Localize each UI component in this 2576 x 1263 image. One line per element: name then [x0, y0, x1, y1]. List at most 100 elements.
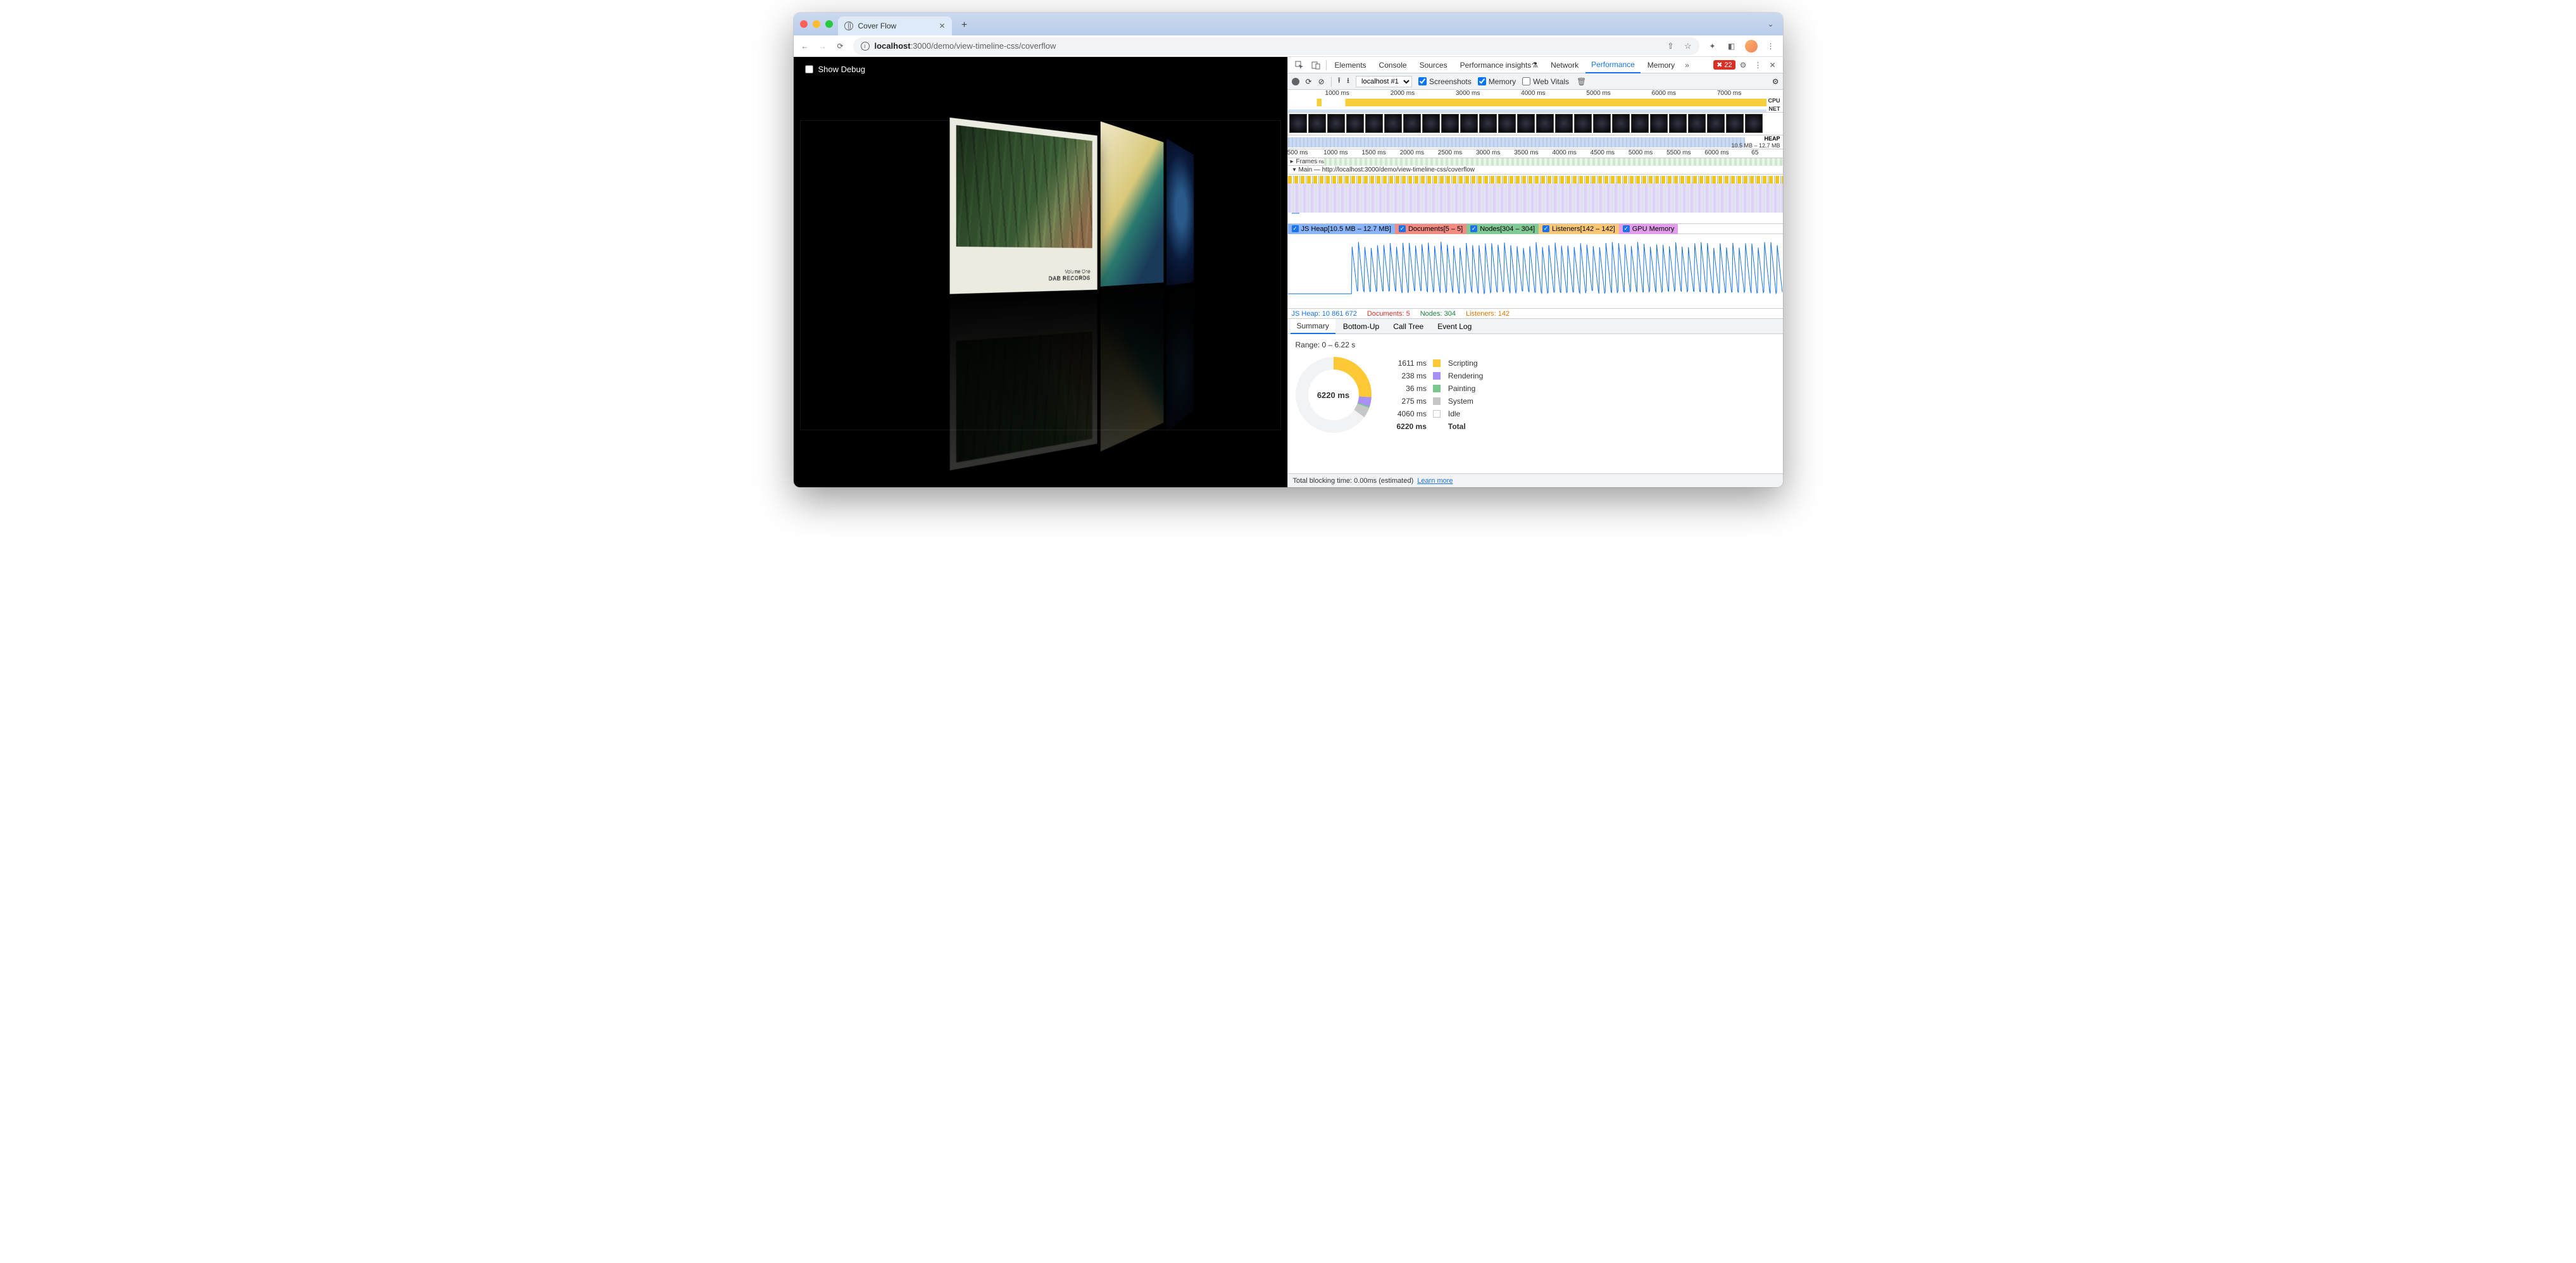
filmstrip-thumb[interactable]	[1555, 114, 1573, 133]
tab-performance[interactable]: Performance	[1585, 57, 1641, 73]
filmstrip-thumb[interactable]	[1327, 114, 1345, 133]
filmstrip-thumb[interactable]	[1536, 114, 1554, 133]
jsheap-filter[interactable]: ✓JS Heap[10.5 MB – 12.7 MB]	[1288, 224, 1395, 234]
filmstrip-thumb[interactable]	[1517, 114, 1535, 133]
browser-tab[interactable]: Cover Flow ✕	[838, 16, 952, 35]
browser-toolbar: ← → ⟳ i localhost:3000/demo/view-timelin…	[794, 35, 1783, 57]
tab-elements[interactable]: Elements	[1329, 57, 1372, 73]
share-icon[interactable]: ⇧	[1667, 41, 1674, 51]
tab-sources[interactable]: Sources	[1414, 57, 1453, 73]
extensions-icon[interactable]: ✦	[1707, 42, 1718, 51]
subtab-calltree[interactable]: Call Tree	[1387, 319, 1430, 334]
filmstrip-thumb[interactable]	[1441, 114, 1459, 133]
cover-item-front[interactable]: Volume One DAB RECORDS	[949, 118, 1097, 471]
filmstrip-thumb[interactable]	[1422, 114, 1440, 133]
tab-memory[interactable]: Memory	[1642, 57, 1680, 73]
load-profile-icon[interactable]: ⭱	[1338, 75, 1341, 88]
subtab-summary[interactable]: Summary	[1291, 319, 1335, 334]
more-tabs-icon[interactable]: »	[1682, 61, 1692, 70]
side-panel-icon[interactable]: ◧	[1726, 42, 1737, 51]
error-badge[interactable]: ✖ 22	[1713, 60, 1735, 70]
filmstrip-thumb[interactable]	[1745, 114, 1763, 133]
reload-record-icon[interactable]: ⟳	[1306, 77, 1312, 86]
zoom-window-icon[interactable]	[825, 20, 833, 28]
device-toggle-icon[interactable]	[1308, 61, 1323, 70]
cover-item[interactable]	[1166, 139, 1194, 285]
screenshot-filmstrip[interactable]	[1288, 113, 1783, 135]
chrome-menu-icon[interactable]: ⋮	[1765, 42, 1777, 51]
filmstrip-thumb[interactable]	[1707, 114, 1725, 133]
show-debug-toggle[interactable]: Show Debug	[805, 65, 865, 74]
clear-icon[interactable]: ⊘	[1318, 77, 1325, 86]
filmstrip-thumb[interactable]	[1384, 114, 1402, 133]
nodes-filter[interactable]: ✓Nodes[304 – 304]	[1466, 224, 1539, 234]
flame-chart[interactable]	[1288, 175, 1783, 224]
filmstrip-thumb[interactable]	[1574, 114, 1592, 133]
tab-network[interactable]: Network	[1545, 57, 1584, 73]
webvitals-toggle[interactable]: Web Vitals	[1522, 77, 1569, 86]
target-select[interactable]: localhost #1	[1356, 76, 1412, 87]
documents-filter[interactable]: ✓Documents[5 – 5]	[1395, 224, 1466, 234]
heap-overview[interactable]: HEAP 10.5 MB – 12.7 MB	[1288, 135, 1783, 149]
filmstrip-thumb[interactable]	[1479, 114, 1497, 133]
filmstrip-thumb[interactable]	[1365, 114, 1383, 133]
main-thread-label[interactable]: ▾ Main — http://localhost:3000/demo/view…	[1288, 166, 1783, 175]
overview-ruler[interactable]: 1000 ms2000 ms3000 ms4000 ms5000 ms6000 …	[1288, 90, 1783, 113]
filmstrip-thumb[interactable]	[1498, 114, 1516, 133]
filmstrip-thumb[interactable]	[1593, 114, 1611, 133]
filmstrip-thumb[interactable]	[1650, 114, 1668, 133]
filmstrip-thumb[interactable]	[1688, 114, 1706, 133]
inspect-icon[interactable]	[1292, 61, 1307, 70]
coverflow-stage[interactable]: Volume One DAB RECORDS	[800, 120, 1281, 430]
kebab-menu-icon[interactable]: ⋮	[1751, 61, 1765, 70]
subtab-bottomup[interactable]: Bottom-Up	[1337, 319, 1385, 334]
filmstrip-thumb[interactable]	[1346, 114, 1364, 133]
save-profile-icon[interactable]: ⭳	[1347, 75, 1349, 88]
expand-icon[interactable]: ▸	[1288, 158, 1296, 165]
learn-more-link[interactable]: Learn more	[1417, 477, 1453, 485]
album-caption: Volume One DAB RECORDS	[1048, 269, 1090, 282]
subtab-eventlog[interactable]: Event Log	[1431, 319, 1478, 334]
gc-icon[interactable]: 🗑	[1577, 77, 1586, 86]
reload-button[interactable]: ⟳	[835, 42, 846, 51]
memory-chart[interactable]	[1288, 234, 1783, 309]
filmstrip-thumb[interactable]	[1669, 114, 1687, 133]
profile-avatar[interactable]	[1745, 40, 1758, 53]
site-info-icon[interactable]: i	[861, 42, 870, 51]
capture-settings-icon[interactable]: ⚙	[1772, 77, 1779, 86]
net-label: NET	[1769, 106, 1780, 112]
filmstrip-thumb[interactable]	[1612, 114, 1630, 133]
beaker-icon: ⚗	[1531, 61, 1538, 70]
screenshots-toggle[interactable]: Screenshots	[1418, 77, 1472, 86]
back-button[interactable]: ←	[800, 42, 810, 51]
cover-item[interactable]	[1100, 121, 1163, 287]
close-tab-icon[interactable]: ✕	[939, 22, 945, 30]
tab-console[interactable]: Console	[1373, 57, 1413, 73]
record-button[interactable]	[1292, 78, 1299, 85]
memory-toggle[interactable]: Memory	[1478, 77, 1516, 86]
address-bar[interactable]: i localhost:3000/demo/view-timeline-css/…	[853, 37, 1699, 55]
filmstrip-thumb[interactable]	[1308, 114, 1326, 133]
filmstrip-thumb[interactable]	[1289, 114, 1307, 133]
close-window-icon[interactable]	[800, 20, 808, 28]
filmstrip-thumb[interactable]	[1726, 114, 1744, 133]
tabs-dropdown-icon[interactable]: ⌄	[1765, 17, 1776, 31]
album-art	[956, 125, 1092, 248]
close-devtools-icon[interactable]: ✕	[1766, 61, 1779, 70]
bookmark-icon[interactable]: ☆	[1684, 41, 1692, 51]
filmstrip-thumb[interactable]	[1460, 114, 1478, 133]
globe-icon	[844, 22, 853, 30]
listeners-filter[interactable]: ✓Listeners[142 – 142]	[1539, 224, 1619, 234]
new-tab-button[interactable]: +	[960, 20, 970, 30]
gpu-filter[interactable]: ✓GPU Memory	[1619, 224, 1679, 234]
show-debug-checkbox[interactable]	[805, 65, 813, 73]
collapse-icon[interactable]: ▾	[1291, 166, 1299, 173]
tab-perf-insights[interactable]: Performance insights ⚗	[1454, 57, 1544, 73]
settings-icon[interactable]: ⚙	[1737, 61, 1750, 70]
filmstrip-thumb[interactable]	[1631, 114, 1649, 133]
frames-track[interactable]: ▸ Frames ns	[1288, 158, 1783, 166]
minimize-window-icon[interactable]	[813, 20, 820, 28]
forward-button: →	[818, 42, 828, 51]
filmstrip-thumb[interactable]	[1403, 114, 1421, 133]
timeline-ruler[interactable]: 500 ms1000 ms1500 ms2000 ms2500 ms3000 m…	[1288, 149, 1783, 158]
